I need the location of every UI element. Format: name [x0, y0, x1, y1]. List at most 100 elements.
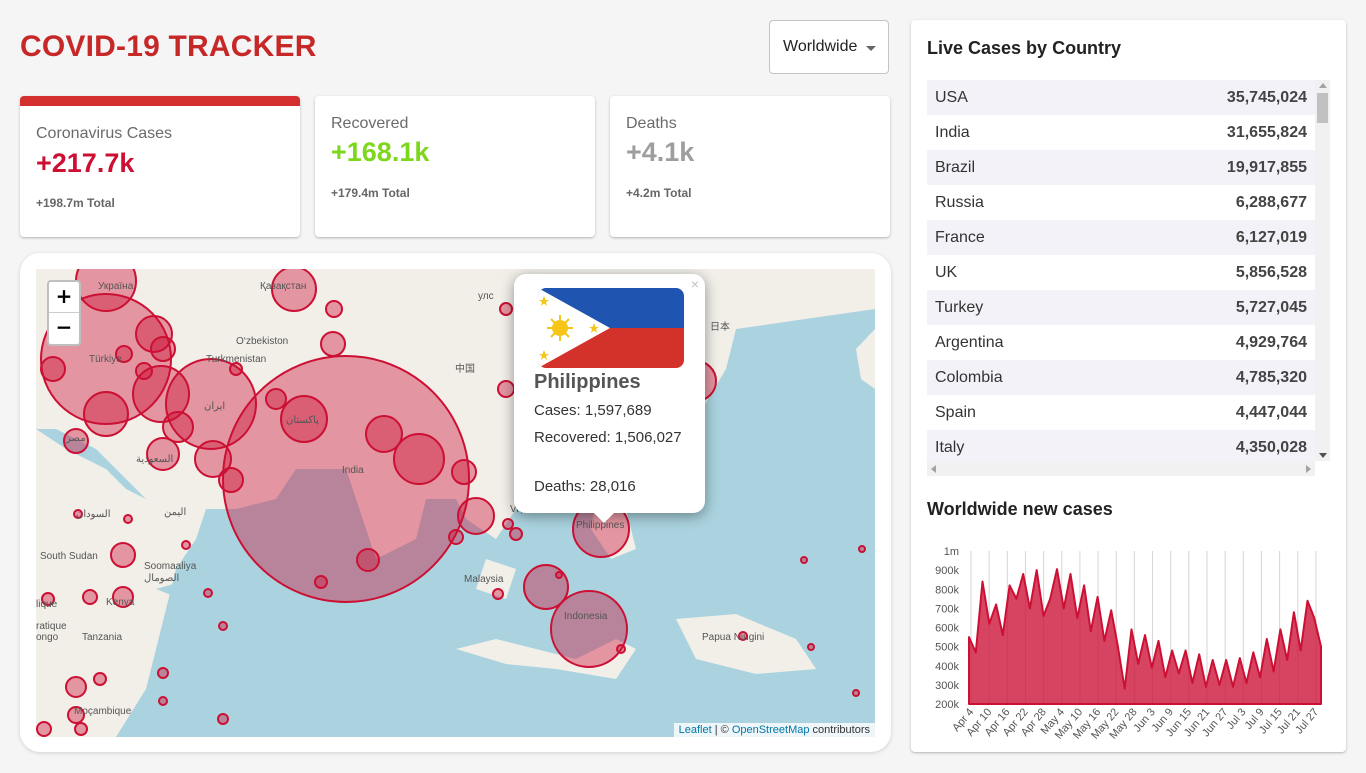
ethiopia-circle[interactable] — [82, 589, 98, 605]
map-attribution: Leaflet | © OpenStreetMap contributors — [673, 723, 875, 737]
map-area[interactable]: Україна Қазақстан O‘zbekiston Türkiye Tu… — [36, 269, 875, 737]
madagascar-circle[interactable] — [314, 575, 328, 589]
data-point — [1096, 596, 1099, 598]
data-point — [1130, 628, 1133, 631]
country-select-value: Worldwide — [783, 38, 858, 55]
malaysia-circle[interactable] — [523, 564, 569, 610]
guam-circle[interactable] — [852, 689, 860, 697]
philippines-flag — [538, 288, 684, 368]
map-label: Kenya — [106, 597, 135, 608]
uganda-circle[interactable] — [158, 696, 168, 706]
tajik-circle[interactable] — [325, 300, 343, 318]
table-row: France 6,127,019 — [927, 220, 1315, 255]
png-circle[interactable] — [807, 643, 815, 651]
solomon-circle[interactable] — [800, 556, 808, 564]
data-point — [1117, 645, 1119, 648]
fiji-circle[interactable] — [858, 545, 866, 553]
scroll-down-icon[interactable] — [1319, 453, 1327, 458]
rwanda-circle[interactable] — [203, 588, 213, 598]
map-label: السعودية — [136, 454, 173, 465]
cases-card[interactable]: Coronavirus Cases +217.7k +198.7m Total — [20, 96, 300, 237]
mauritius-circle[interactable] — [492, 588, 504, 600]
popup-cases: Cases: 1,597,689 — [534, 402, 652, 419]
yemen-circle[interactable] — [40, 356, 66, 382]
djibouti-circle[interactable] — [123, 514, 133, 524]
popup-deaths: Deaths: 28,016 — [534, 478, 636, 495]
table-row: Argentina 4,929,764 — [927, 325, 1315, 360]
data-point — [1171, 649, 1173, 652]
nepal-circle[interactable] — [365, 415, 403, 453]
vietnam-circle[interactable] — [497, 380, 515, 398]
scroll-up-icon[interactable] — [1319, 83, 1327, 88]
data-point — [1103, 640, 1106, 642]
horizontal-scrollbar[interactable] — [927, 461, 1315, 476]
country-name: Spain — [935, 403, 976, 421]
lebanon-circle[interactable] — [74, 722, 88, 736]
syria-circle[interactable] — [83, 391, 129, 437]
map-label: Papua Niugini — [702, 632, 764, 643]
data-point — [988, 622, 991, 625]
singapore-circle[interactable] — [448, 529, 464, 545]
southsudan-circle[interactable] — [110, 542, 136, 568]
country-select[interactable]: Worldwide — [769, 20, 889, 74]
scroll-left-icon[interactable] — [931, 465, 936, 473]
chevron-down-icon — [866, 46, 876, 51]
recovered-card[interactable]: Recovered +168.1k +179.4m Total — [315, 96, 595, 237]
somalia-circle[interactable] — [181, 540, 191, 550]
data-point — [1063, 607, 1065, 610]
scroll-thumb[interactable] — [1317, 93, 1328, 123]
map-label: ایران — [204, 401, 225, 412]
country-table[interactable]: USA 35,745,024 India 31,655,824 Brazil 19,917… — [927, 80, 1315, 476]
srilanka-circle[interactable] — [356, 548, 380, 572]
table-row: Spain 4,447,044 — [927, 395, 1315, 430]
cambodia-circle[interactable] — [502, 518, 514, 530]
timor-circle[interactable] — [555, 571, 563, 579]
map-label: lique — [36, 599, 58, 610]
country-name: India — [935, 123, 970, 141]
thailand-circle[interactable] — [457, 497, 495, 535]
data-point — [1083, 584, 1085, 587]
scroll-right-icon[interactable] — [1306, 465, 1311, 473]
osm-link[interactable]: OpenStreetMap — [732, 724, 810, 736]
country-name: Colombia — [935, 368, 1003, 386]
x-tick-label: Jul 3 — [1224, 706, 1248, 732]
recovered-total: +179.4m Total — [331, 186, 410, 200]
recovered-label: Recovered — [331, 115, 409, 132]
bahrain-circle[interactable] — [135, 362, 153, 380]
map-label: 中国 — [455, 362, 475, 375]
map-label: 日本 — [710, 320, 730, 333]
bangladesh-circle[interactable] — [393, 433, 445, 485]
y-tick-label: 400k — [935, 661, 959, 673]
afghanistan-circle[interactable] — [265, 388, 287, 410]
oman-circle[interactable] — [218, 467, 244, 493]
uzbek-circle[interactable] — [320, 331, 346, 357]
vertical-scrollbar[interactable] — [1315, 80, 1330, 461]
zoom-in-button[interactable]: + — [49, 282, 79, 313]
data-point — [1151, 666, 1153, 669]
data-point — [1232, 686, 1234, 688]
malta-circle[interactable] — [499, 302, 513, 316]
kuwait-circle[interactable] — [162, 411, 194, 443]
mozambique-circle[interactable] — [65, 676, 87, 698]
myanmar-circle[interactable] — [451, 459, 477, 485]
data-point — [1272, 670, 1275, 673]
leaflet-link[interactable]: Leaflet — [679, 724, 712, 736]
cases-label: Coronavirus Cases — [36, 125, 173, 142]
popup-tip — [594, 513, 614, 523]
georgia-circle[interactable] — [217, 713, 229, 725]
brunei-circle[interactable] — [616, 644, 626, 654]
malawi-circle[interactable] — [93, 672, 107, 686]
zimbabwe-circle[interactable] — [36, 721, 52, 737]
comoros-circle[interactable] — [218, 621, 228, 631]
popup-close-button[interactable]: × — [691, 276, 699, 292]
deaths-card[interactable]: Deaths +4.1k +4.2m Total — [610, 96, 890, 237]
side-panel: Live Cases by Country USA 35,745,024 India… — [911, 20, 1346, 752]
zoom-out-button[interactable]: − — [49, 313, 79, 343]
map-tiles: Україна Қазақстан O‘zbekiston Türkiye Tu… — [36, 269, 875, 737]
jordan-circle[interactable] — [150, 336, 176, 362]
reunion-circle[interactable] — [157, 667, 169, 679]
table-row: Russia 6,288,677 — [927, 185, 1315, 220]
data-point — [1049, 598, 1051, 600]
map-label: Türkiye — [89, 354, 122, 365]
turkmen-circle[interactable] — [509, 527, 523, 541]
